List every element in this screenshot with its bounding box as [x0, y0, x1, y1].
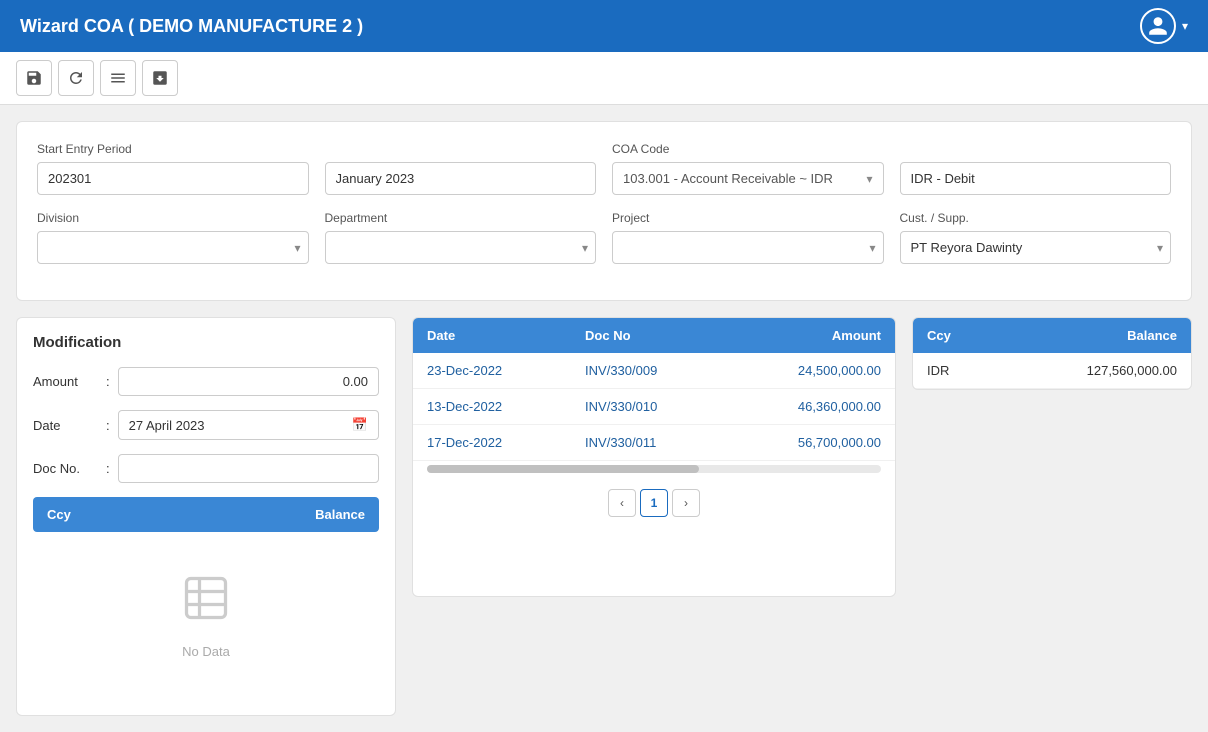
- mod-ccy-header: Ccy: [47, 507, 71, 522]
- calendar-icon[interactable]: 📅: [352, 417, 368, 433]
- save-button[interactable]: [16, 60, 52, 96]
- date-input[interactable]: 27 April 2023 📅: [118, 410, 379, 440]
- balance-header: Ccy Balance: [913, 318, 1191, 353]
- next-page-button[interactable]: ›: [672, 489, 700, 517]
- docno-row: Doc No. :: [33, 454, 379, 483]
- cell-date: 17-Dec-2022: [413, 425, 571, 461]
- cust-supp-select[interactable]: PT Reyora Dawinty: [900, 231, 1172, 264]
- pagination: ‹ 1 ›: [413, 477, 895, 529]
- cell-amount: 46,360,000.00: [725, 389, 895, 425]
- department-group: Department ▾: [325, 211, 597, 264]
- list-button[interactable]: [100, 60, 136, 96]
- no-data-text: No Data: [182, 644, 230, 659]
- avatar: [1140, 8, 1176, 44]
- modification-panel: Modification Amount : Date : 27 April 20…: [16, 317, 396, 716]
- cell-docno: INV/330/011: [571, 425, 725, 461]
- date-colon: :: [106, 418, 110, 433]
- coa-type-input[interactable]: [900, 162, 1172, 195]
- export-button[interactable]: [142, 60, 178, 96]
- cell-amount: 24,500,000.00: [725, 353, 895, 389]
- amount-label: Amount: [33, 374, 98, 389]
- bottom-section: Modification Amount : Date : 27 April 20…: [16, 317, 1192, 716]
- coa-code-input[interactable]: [613, 163, 856, 194]
- date-label: Date: [33, 418, 98, 433]
- date-row: Date : 27 April 2023 📅: [33, 410, 379, 440]
- coa-dropdown-arrow[interactable]: ▾: [856, 164, 882, 194]
- docno-label: Doc No.: [33, 461, 98, 476]
- month-group: Month: [325, 142, 597, 195]
- start-entry-period-group: Start Entry Period: [37, 142, 309, 195]
- division-group: Division ▾: [37, 211, 309, 264]
- date-value: 27 April 2023: [129, 418, 205, 433]
- no-data-area: No Data: [33, 532, 379, 699]
- balance-row: IDR 127,560,000.00: [913, 353, 1191, 389]
- refresh-button[interactable]: [58, 60, 94, 96]
- coa-code-label: COA Code: [612, 142, 884, 156]
- cust-supp-label: Cust. / Supp.: [900, 211, 1172, 225]
- main-content: Start Entry Period Month COA Code ▾ Type: [0, 105, 1208, 732]
- table-scrollbar[interactable]: [427, 465, 881, 473]
- balance-ccy-value: IDR: [927, 363, 949, 378]
- department-label: Department: [325, 211, 597, 225]
- cell-date: 23-Dec-2022: [413, 353, 571, 389]
- transaction-table: Date Doc No Amount 23-Dec-2022 INV/330/0…: [413, 318, 895, 461]
- docno-input[interactable]: [118, 454, 379, 483]
- amount-colon: :: [106, 374, 110, 389]
- division-label: Division: [37, 211, 309, 225]
- balance-balance-header: Balance: [1127, 328, 1177, 343]
- app-header: Wizard COA ( DEMO MANUFACTURE 2 ) ▾: [0, 0, 1208, 52]
- cell-date: 13-Dec-2022: [413, 389, 571, 425]
- mod-balance-header: Balance: [315, 507, 365, 522]
- modification-title: Modification: [33, 334, 379, 351]
- table-row[interactable]: 13-Dec-2022 INV/330/010 46,360,000.00: [413, 389, 895, 425]
- chevron-down-icon: ▾: [1182, 19, 1188, 33]
- balance-panel: Ccy Balance IDR 127,560,000.00: [912, 317, 1192, 390]
- user-menu[interactable]: ▾: [1140, 8, 1188, 44]
- amount-row: Amount :: [33, 367, 379, 396]
- start-entry-period-label: Start Entry Period: [37, 142, 309, 156]
- cust-supp-select-wrapper: PT Reyora Dawinty ▾: [900, 231, 1172, 264]
- table-row[interactable]: 23-Dec-2022 INV/330/009 24,500,000.00: [413, 353, 895, 389]
- balance-amount-value: 127,560,000.00: [1087, 363, 1177, 378]
- docno-colon: :: [106, 461, 110, 476]
- cell-docno: INV/330/010: [571, 389, 725, 425]
- col-date: Date: [413, 318, 571, 353]
- project-group: Project ▾: [612, 211, 884, 264]
- table-row[interactable]: 17-Dec-2022 INV/330/011 56,700,000.00: [413, 425, 895, 461]
- cell-amount: 56,700,000.00: [725, 425, 895, 461]
- division-select[interactable]: [37, 231, 309, 264]
- coa-type-group: Type: [900, 142, 1172, 195]
- form-card: Start Entry Period Month COA Code ▾ Type: [16, 121, 1192, 301]
- app-title: Wizard COA ( DEMO MANUFACTURE 2 ): [20, 16, 363, 37]
- start-entry-period-input[interactable]: [37, 162, 309, 195]
- col-amount: Amount: [725, 318, 895, 353]
- col-docno: Doc No: [571, 318, 725, 353]
- no-data-icon: [180, 572, 232, 636]
- amount-input[interactable]: [118, 367, 379, 396]
- prev-page-button[interactable]: ‹: [608, 489, 636, 517]
- project-label: Project: [612, 211, 884, 225]
- department-select[interactable]: [325, 231, 597, 264]
- project-select-wrapper: ▾: [612, 231, 884, 264]
- coa-code-group: COA Code ▾: [612, 142, 884, 195]
- toolbar: [0, 52, 1208, 105]
- table-header-row: Date Doc No Amount: [413, 318, 895, 353]
- mod-ccy-balance-header: Ccy Balance: [33, 497, 379, 532]
- coa-code-wrapper: ▾: [612, 162, 884, 195]
- month-input[interactable]: [325, 162, 597, 195]
- balance-ccy-header: Ccy: [927, 328, 951, 343]
- project-select[interactable]: [612, 231, 884, 264]
- division-select-wrapper: ▾: [37, 231, 309, 264]
- department-select-wrapper: ▾: [325, 231, 597, 264]
- cell-docno: INV/330/009: [571, 353, 725, 389]
- cust-supp-group: Cust. / Supp. PT Reyora Dawinty ▾: [900, 211, 1172, 264]
- table-scrollbar-thumb: [427, 465, 699, 473]
- transaction-table-panel: Date Doc No Amount 23-Dec-2022 INV/330/0…: [412, 317, 896, 597]
- page-1-button[interactable]: 1: [640, 489, 668, 517]
